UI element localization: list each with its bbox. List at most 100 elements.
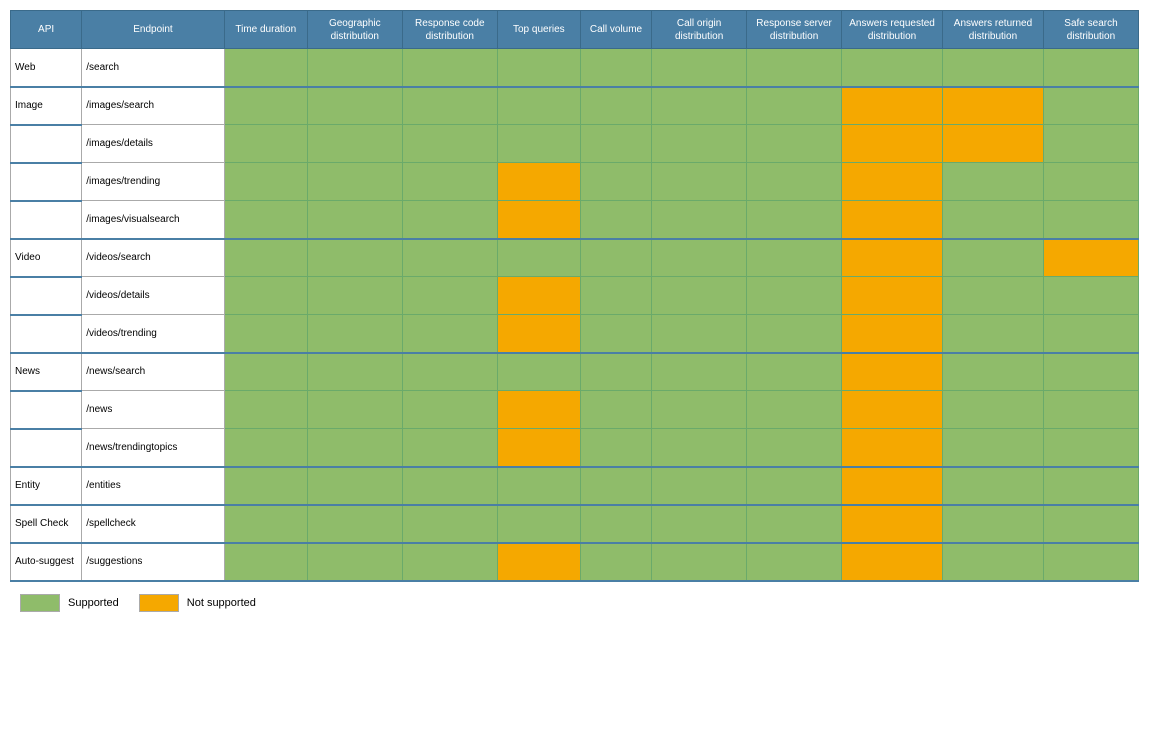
legend-supported-box — [20, 594, 60, 612]
support-cell — [402, 391, 497, 429]
table-row: /videos/trending — [11, 315, 1139, 353]
support-cell — [224, 87, 307, 125]
support-cell — [307, 163, 402, 201]
api-cell — [11, 315, 82, 353]
table-row: Image/images/search — [11, 87, 1139, 125]
support-cell — [580, 49, 651, 87]
support-cell — [652, 505, 747, 543]
legend-not-supported-label: Not supported — [187, 597, 256, 609]
support-cell — [943, 505, 1044, 543]
support-cell — [307, 277, 402, 315]
api-cell: Auto-suggest — [11, 543, 82, 581]
endpoint-cell: /entities — [82, 467, 224, 505]
support-cell — [224, 163, 307, 201]
support-cell — [747, 391, 842, 429]
support-cell — [307, 201, 402, 239]
support-cell — [402, 543, 497, 581]
support-cell — [943, 315, 1044, 353]
support-cell — [497, 87, 580, 125]
support-cell — [497, 201, 580, 239]
support-cell — [652, 201, 747, 239]
support-cell — [943, 429, 1044, 467]
support-cell — [402, 315, 497, 353]
support-cell — [224, 391, 307, 429]
support-cell — [842, 277, 943, 315]
support-cell — [580, 467, 651, 505]
support-cell — [580, 391, 651, 429]
support-cell — [497, 543, 580, 581]
header-top-queries: Top queries — [497, 11, 580, 49]
support-cell — [1043, 49, 1138, 87]
support-cell — [402, 277, 497, 315]
support-cell — [842, 543, 943, 581]
support-cell — [580, 543, 651, 581]
support-cell — [580, 315, 651, 353]
api-support-table: API Endpoint Time duration Geographic di… — [10, 10, 1139, 582]
support-cell — [224, 277, 307, 315]
support-cell — [652, 543, 747, 581]
support-cell — [497, 49, 580, 87]
endpoint-cell: /videos/trending — [82, 315, 224, 353]
support-cell — [1043, 543, 1138, 581]
support-cell — [747, 87, 842, 125]
support-cell — [652, 467, 747, 505]
support-cell — [580, 239, 651, 277]
support-cell — [580, 87, 651, 125]
support-cell — [307, 467, 402, 505]
support-cell — [402, 505, 497, 543]
table-row: /images/details — [11, 125, 1139, 163]
main-table-container: API Endpoint Time duration Geographic di… — [10, 10, 1139, 582]
header-call-origin-distribution: Call origin distribution — [652, 11, 747, 49]
support-cell — [580, 505, 651, 543]
support-cell — [1043, 353, 1138, 391]
support-cell — [842, 125, 943, 163]
support-cell — [1043, 201, 1138, 239]
endpoint-cell: /videos/details — [82, 277, 224, 315]
endpoint-cell: /news/search — [82, 353, 224, 391]
support-cell — [402, 87, 497, 125]
support-cell — [747, 201, 842, 239]
api-cell — [11, 201, 82, 239]
support-cell — [943, 277, 1044, 315]
api-cell: Image — [11, 87, 82, 125]
support-cell — [307, 125, 402, 163]
legend-supported: Supported — [20, 594, 119, 612]
support-cell — [842, 391, 943, 429]
support-cell — [307, 505, 402, 543]
support-cell — [747, 163, 842, 201]
support-cell — [224, 467, 307, 505]
endpoint-cell: /images/search — [82, 87, 224, 125]
support-cell — [747, 429, 842, 467]
support-cell — [1043, 163, 1138, 201]
support-cell — [652, 49, 747, 87]
support-cell — [497, 353, 580, 391]
support-cell — [652, 163, 747, 201]
support-cell — [1043, 429, 1138, 467]
support-cell — [943, 543, 1044, 581]
api-cell: Web — [11, 49, 82, 87]
support-cell — [943, 467, 1044, 505]
support-cell — [497, 277, 580, 315]
legend-not-supported-box — [139, 594, 179, 612]
header-time-duration: Time duration — [224, 11, 307, 49]
support-cell — [402, 125, 497, 163]
support-cell — [224, 429, 307, 467]
support-cell — [943, 163, 1044, 201]
support-cell — [747, 277, 842, 315]
table-row: Spell Check/spellcheck — [11, 505, 1139, 543]
api-cell — [11, 277, 82, 315]
support-cell — [402, 163, 497, 201]
support-cell — [747, 543, 842, 581]
support-cell — [402, 353, 497, 391]
support-cell — [747, 125, 842, 163]
support-cell — [580, 125, 651, 163]
support-cell — [652, 429, 747, 467]
support-cell — [842, 201, 943, 239]
support-cell — [1043, 505, 1138, 543]
api-cell — [11, 163, 82, 201]
support-cell — [842, 163, 943, 201]
support-cell — [580, 201, 651, 239]
table-row: Auto-suggest/suggestions — [11, 543, 1139, 581]
table-row: /videos/details — [11, 277, 1139, 315]
header-answers-returned-distribution: Answers returned distribution — [943, 11, 1044, 49]
